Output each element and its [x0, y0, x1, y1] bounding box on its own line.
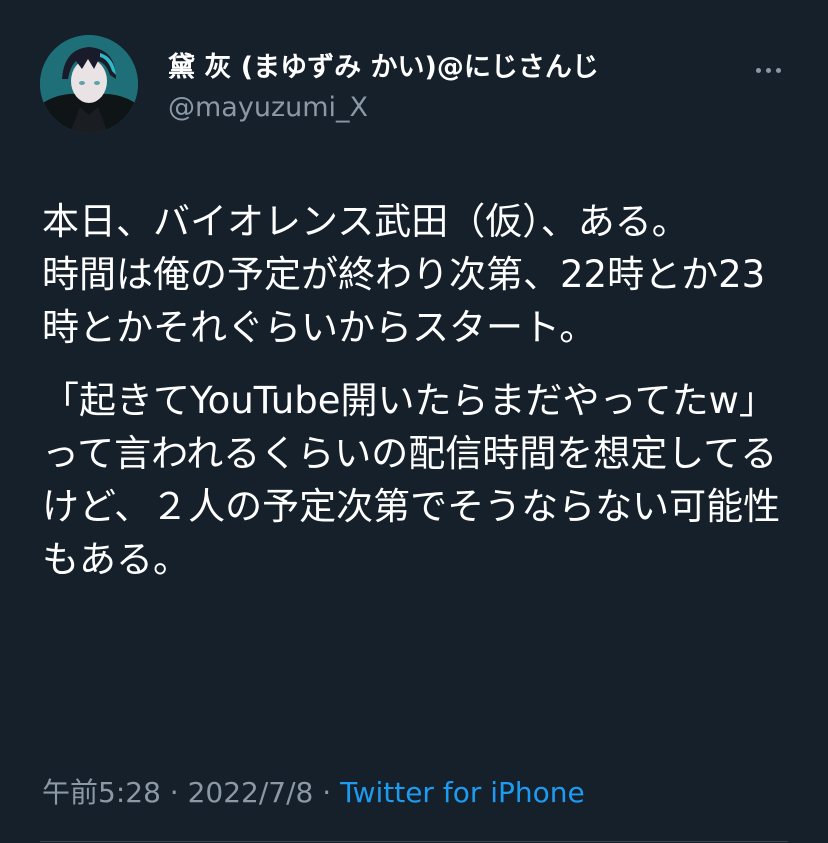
author-handle[interactable]: @mayuzumi_X [168, 88, 368, 128]
tweet-text: 本日、バイオレンス武田（仮）、ある。 時間は俺の予定が終わり次第、22時とか23… [42, 195, 802, 586]
tweet-paragraph: 「起きてYouTube開いたらまだやってたw」って言われるくらいの配信時間を想定… [42, 379, 781, 581]
divider [40, 841, 788, 842]
author-display-name[interactable]: 黛 灰 (まゆずみ かい)@にじさんじ [168, 49, 599, 87]
avatar[interactable] [40, 35, 138, 133]
meta-separator: · [169, 776, 179, 809]
more-menu-button[interactable] [748, 56, 788, 84]
tweet-paragraph: 本日、バイオレンス武田（仮）、ある。 時間は俺の予定が終わり次第、22時とか23… [42, 200, 766, 349]
more-horizontal-icon [765, 67, 771, 73]
tweet-date[interactable]: 2022/7/8 [188, 776, 314, 809]
tweet-source-link[interactable]: Twitter for iPhone [340, 776, 585, 809]
tweet-time[interactable]: 午前5:28 [42, 776, 161, 809]
tweet-meta: 午前5:28 · 2022/7/8 · Twitter for iPhone [42, 773, 585, 813]
avatar-icon [40, 35, 138, 133]
more-horizontal-icon [755, 67, 761, 73]
meta-separator: · [322, 776, 332, 809]
more-horizontal-icon [775, 67, 781, 73]
